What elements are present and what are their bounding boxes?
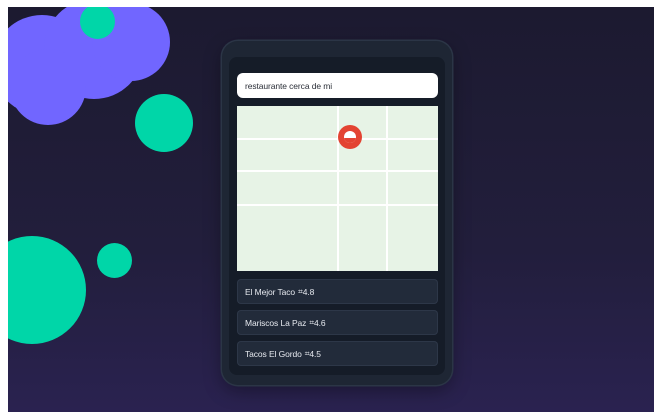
map-view[interactable]: [237, 106, 438, 271]
app-canvas: restaurante cerca de mi El Mejor Taco ⌗ 4…: [8, 7, 654, 412]
result-name: El Mejor Taco: [245, 286, 296, 297]
result-name: Tacos El Gordo: [245, 348, 302, 359]
phone-frame: restaurante cerca de mi El Mejor Taco ⌗ 4…: [222, 41, 452, 385]
result-item[interactable]: Mariscos La Paz ⌗ 4.6: [237, 310, 438, 335]
result-rating: 4.5: [309, 348, 321, 359]
search-input[interactable]: restaurante cerca de mi: [237, 73, 438, 98]
phone-screen: restaurante cerca de mi El Mejor Taco ⌗ 4…: [229, 57, 445, 375]
results-list: El Mejor Taco ⌗ 4.8 Mariscos La Paz ⌗ 4.6 …: [237, 279, 438, 372]
map-road: [386, 106, 388, 271]
result-rating: 4.8: [302, 286, 315, 297]
result-item[interactable]: Tacos El Gordo ⌗ 4.5: [237, 341, 438, 366]
teal-blob: [97, 243, 132, 278]
teal-blob: [135, 94, 193, 152]
teal-blob: [8, 236, 86, 344]
location-pin-center: [344, 131, 356, 143]
purple-blob: [10, 49, 86, 125]
search-input-value: restaurante cerca de mi: [245, 80, 332, 91]
location-pin-icon[interactable]: [338, 125, 362, 149]
result-name: Mariscos La Paz: [245, 317, 307, 328]
result-item[interactable]: El Mejor Taco ⌗ 4.8: [237, 279, 438, 304]
result-rating: 4.6: [314, 317, 326, 328]
